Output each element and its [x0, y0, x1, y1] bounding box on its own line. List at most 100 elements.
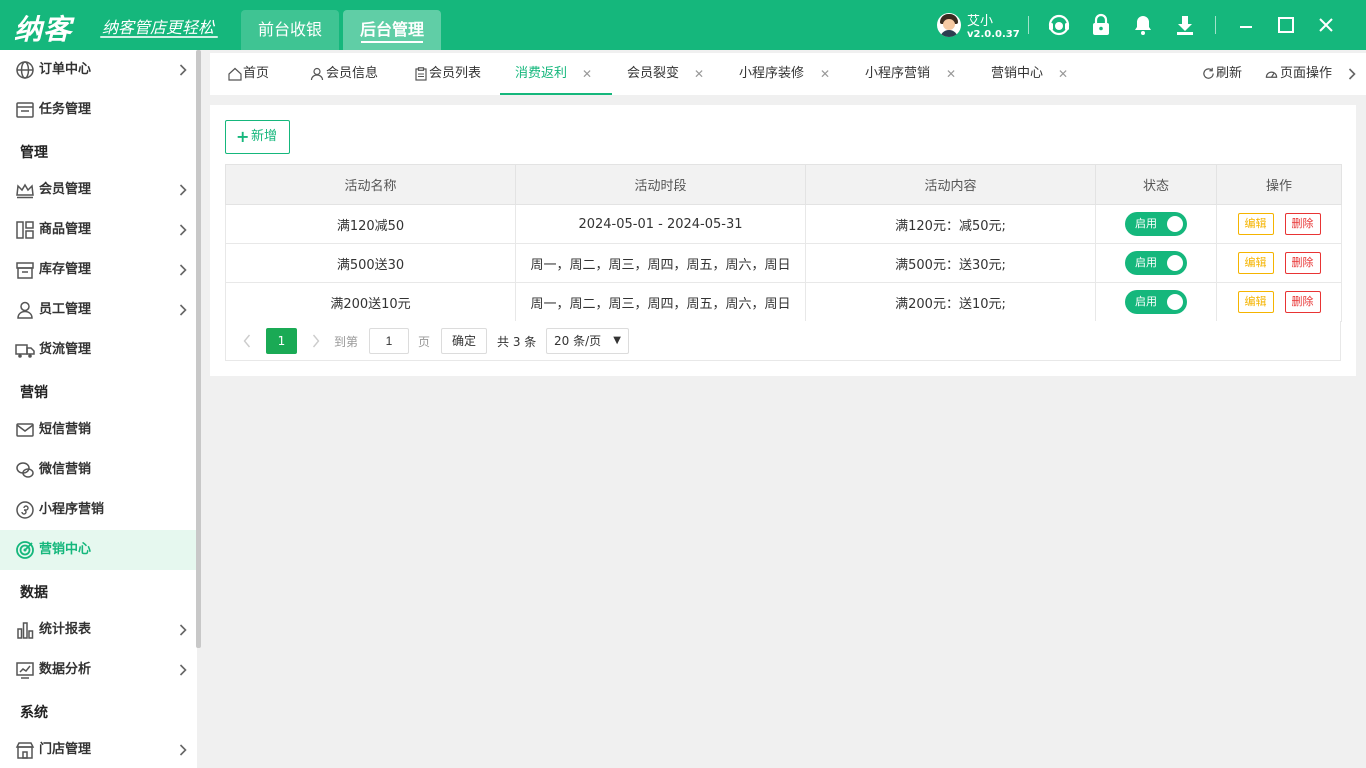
close-icon[interactable] — [1314, 13, 1338, 37]
truck-icon — [15, 344, 35, 358]
tab-home[interactable]: 首页 — [228, 53, 298, 95]
sidebar-item-label: 微信营销 — [39, 462, 92, 477]
page-jump-input[interactable] — [369, 328, 409, 354]
mail-icon — [16, 423, 34, 437]
sidebar-item-logistics[interactable]: 货流管理 — [0, 330, 197, 370]
sidebar-item-label: 会员管理 — [39, 182, 92, 197]
chevron-right-icon — [179, 664, 187, 676]
sidebar-item-staff[interactable]: 员工管理 — [0, 290, 197, 330]
tab-consumption-rebate[interactable]: 消费返利 ✕ — [500, 53, 612, 95]
status-toggle[interactable]: 启用 — [1125, 251, 1187, 275]
sidebar-item-reports[interactable]: 统计报表 — [0, 610, 197, 650]
box-icon — [16, 262, 34, 279]
tab-miniprogram-marketing[interactable]: 小程序营销 ✕ — [865, 53, 961, 95]
sidebar-item-label: 员工管理 — [39, 302, 92, 317]
maximize-icon[interactable] — [1274, 13, 1298, 37]
tab-marketing-center[interactable]: 营销中心 ✕ — [991, 53, 1073, 95]
miniprogram-icon — [16, 501, 34, 519]
top-bar: 纳客 纳客管店更轻松 前台收银 后台管理 艾小 v2.0.0.37 — [0, 0, 1366, 50]
customer-service-icon[interactable] — [1047, 13, 1071, 37]
page-size-select[interactable]: 20 条/页 ▼ — [546, 328, 629, 354]
add-button[interactable]: + 新增 — [225, 120, 290, 154]
sidebar-item-miniprogram[interactable]: 小程序营销 — [0, 490, 197, 530]
confirm-button[interactable]: 确定 — [441, 328, 487, 354]
close-tab-icon[interactable]: ✕ — [946, 53, 956, 95]
delete-button[interactable]: 删除 — [1284, 252, 1321, 274]
refresh-icon — [1203, 67, 1214, 79]
edit-button[interactable]: 编辑 — [1237, 213, 1274, 235]
sidebar-item-analysis[interactable]: 数据分析 — [0, 650, 197, 690]
avatar[interactable] — [937, 13, 961, 37]
sidebar-group-marketing: 营销 — [20, 385, 48, 401]
total-count: 共 3 条 — [497, 335, 537, 349]
crown-icon — [16, 183, 34, 199]
app-version: v2.0.0.37 — [967, 29, 1020, 40]
activity-period: 周一，周二，周三，周四，周五，周六，周日 — [515, 243, 806, 283]
status-toggle[interactable]: 启用 — [1125, 290, 1187, 314]
sidebar-item-label: 库存管理 — [39, 262, 92, 277]
chevron-right-icon — [179, 624, 187, 636]
close-tab-icon[interactable]: ✕ — [820, 53, 830, 95]
sidebar-item-members[interactable]: 会员管理 — [0, 170, 197, 210]
user-name[interactable]: 艾小 — [967, 10, 993, 29]
sidebar-item-marketing-center[interactable]: 营销中心 — [0, 530, 197, 570]
sidebar-scrollbar[interactable] — [196, 50, 201, 648]
status-label: 启用 — [1135, 217, 1157, 230]
delete-button[interactable]: 删除 — [1284, 291, 1321, 313]
divider — [1215, 16, 1216, 34]
tab-miniprogram-decor[interactable]: 小程序装修 ✕ — [739, 53, 835, 95]
tab-backend-admin-label: 后台管理 — [359, 20, 424, 39]
actions-cell: 编辑 删除 — [1216, 243, 1342, 283]
status-toggle[interactable]: 启用 — [1125, 212, 1187, 236]
app-logo: 纳客 — [14, 13, 73, 46]
sidebar-group-system: 系统 — [20, 705, 48, 721]
edit-button[interactable]: 编辑 — [1237, 291, 1274, 313]
sidebar-group-data: 数据 — [20, 585, 48, 601]
close-tab-icon[interactable]: ✕ — [582, 53, 592, 95]
activity-name: 满200送10元 — [225, 282, 516, 322]
goods-icon — [16, 221, 34, 239]
tab-label: 小程序营销 — [865, 66, 931, 81]
chevron-right-icon — [1348, 68, 1356, 80]
lock-icon[interactable] — [1089, 13, 1113, 37]
chevron-right-icon — [179, 184, 187, 196]
sidebar-item-tasks[interactable]: 任务管理 — [0, 90, 197, 130]
sidebar-item-label: 营销中心 — [39, 542, 92, 557]
chevron-left-icon[interactable] — [243, 334, 251, 348]
target-icon — [16, 541, 34, 559]
bell-icon[interactable] — [1131, 13, 1155, 37]
page-operations-button[interactable]: 页面操作 — [1265, 53, 1357, 95]
tab-backend-admin[interactable]: 后台管理 — [343, 10, 441, 50]
tab-member-list[interactable]: 会员列表 — [414, 53, 494, 95]
page-tabs-bar: 首页 会员信息 会员列表 消费返利 ✕ 会员裂变 ✕ 小程序装修 ✕ 小程序营销… — [210, 53, 1366, 95]
person-icon — [310, 67, 324, 81]
sidebar-group-manage: 管理 — [20, 145, 48, 161]
tab-member-info[interactable]: 会员信息 — [310, 53, 390, 95]
pagination: 1 到第 页 确定 共 3 条 20 条/页 ▼ — [225, 321, 1341, 361]
sidebar-item-sms[interactable]: 短信营销 — [0, 410, 197, 450]
add-button-label: 新增 — [251, 129, 278, 144]
sidebar-item-goods[interactable]: 商品管理 — [0, 210, 197, 250]
close-tab-icon[interactable]: ✕ — [1058, 53, 1068, 95]
delete-button[interactable]: 删除 — [1284, 213, 1321, 235]
page-number-current[interactable]: 1 — [266, 328, 297, 354]
task-icon — [16, 102, 34, 118]
sidebar-item-orders[interactable]: 订单中心 — [0, 50, 197, 90]
status-label: 启用 — [1135, 256, 1157, 269]
chevron-right-icon[interactable] — [312, 334, 320, 348]
table-row: 满500送30 周一，周二，周三，周四，周五，周六，周日 满500元：送30元;… — [225, 243, 1342, 283]
column-header: 活动内容 — [805, 164, 1096, 205]
tab-member-fission[interactable]: 会员裂变 ✕ — [627, 53, 709, 95]
tab-front-cashier[interactable]: 前台收银 — [241, 10, 339, 50]
sidebar-item-label: 订单中心 — [39, 62, 92, 77]
home-icon — [228, 67, 242, 81]
minimize-icon[interactable] — [1234, 13, 1258, 37]
close-tab-icon[interactable]: ✕ — [694, 53, 704, 95]
sidebar-item-stores[interactable]: 门店管理 — [0, 730, 197, 768]
edit-button[interactable]: 编辑 — [1237, 252, 1274, 274]
bar-chart-icon — [17, 622, 34, 639]
refresh-button[interactable]: 刷新 — [1202, 53, 1250, 95]
download-icon[interactable] — [1173, 13, 1197, 37]
sidebar-item-inventory[interactable]: 库存管理 — [0, 250, 197, 290]
sidebar-item-wechat[interactable]: 微信营销 — [0, 450, 197, 490]
